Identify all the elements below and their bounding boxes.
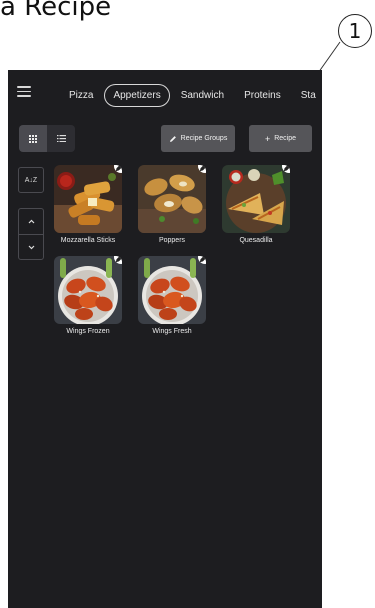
mozzarella-sticks-photo[interactable] <box>54 165 122 233</box>
recipe-card[interactable]: Mozzarella Sticks <box>54 165 122 244</box>
recipe-card[interactable]: Poppers <box>138 165 206 244</box>
chevron-up-icon <box>28 219 34 224</box>
poppers-photo[interactable] <box>138 165 206 233</box>
pencil-icon <box>115 256 122 263</box>
grid-view-button[interactable] <box>19 125 47 152</box>
tab-pizza[interactable]: Pizza <box>60 84 102 107</box>
tab-proteins[interactable]: Proteins <box>235 84 290 107</box>
sort-az-button[interactable]: A↓Z <box>18 167 44 193</box>
pencil-icon <box>199 165 206 172</box>
recipe-card[interactable]: Wings Fresh <box>138 256 206 335</box>
recipe-groups-label: Recipe Groups <box>180 135 228 142</box>
recipe-card[interactable]: Wings Frozen <box>54 256 122 335</box>
callout-marker: 1 <box>338 14 372 48</box>
pencil-icon <box>169 135 176 142</box>
recipe-name: Quesadilla <box>239 237 273 244</box>
chevron-down-icon <box>28 245 34 249</box>
category-tabs: Pizza Appetizers Sandwich Proteins Sta <box>60 82 322 108</box>
grid-icon <box>29 134 37 143</box>
edit-recipe-button[interactable] <box>198 165 206 173</box>
list-view-button[interactable] <box>47 125 75 152</box>
recipe-name: Mozzarella Sticks <box>60 237 116 244</box>
edit-recipe-button[interactable] <box>198 256 206 264</box>
pencil-icon <box>199 256 206 263</box>
tab-sandwich[interactable]: Sandwich <box>172 84 233 107</box>
recipe-name: Poppers <box>158 237 186 244</box>
wings-photo[interactable] <box>138 256 206 324</box>
document-title: a Recipe <box>0 0 112 22</box>
scroll-up-button[interactable] <box>18 208 44 234</box>
scroll-down-button[interactable] <box>18 234 44 260</box>
tab-sta[interactable]: Sta <box>292 84 322 107</box>
pencil-icon <box>283 165 290 172</box>
recipe-card[interactable]: Quesadilla <box>222 165 290 244</box>
recipe-groups-button[interactable]: Recipe Groups <box>161 125 235 152</box>
list-icon <box>56 135 66 142</box>
app-screen: Pizza Appetizers Sandwich Proteins Sta R… <box>8 70 322 608</box>
pencil-icon <box>115 165 122 172</box>
add-recipe-label: Recipe <box>274 135 297 142</box>
edit-recipe-button[interactable] <box>282 165 290 173</box>
view-toggle <box>19 125 75 152</box>
add-recipe-button[interactable]: + Recipe <box>249 125 312 152</box>
quesadilla-photo[interactable] <box>222 165 290 233</box>
tab-appetizers[interactable]: Appetizers <box>104 83 170 107</box>
recipe-name: Wings Fresh <box>152 328 192 335</box>
edit-recipe-button[interactable] <box>114 256 122 264</box>
wings-photo[interactable] <box>54 256 122 324</box>
recipe-name: Wings Frozen <box>66 328 110 335</box>
edit-recipe-button[interactable] <box>114 165 122 173</box>
hamburger-icon[interactable] <box>17 86 31 97</box>
plus-icon: + <box>264 133 271 144</box>
